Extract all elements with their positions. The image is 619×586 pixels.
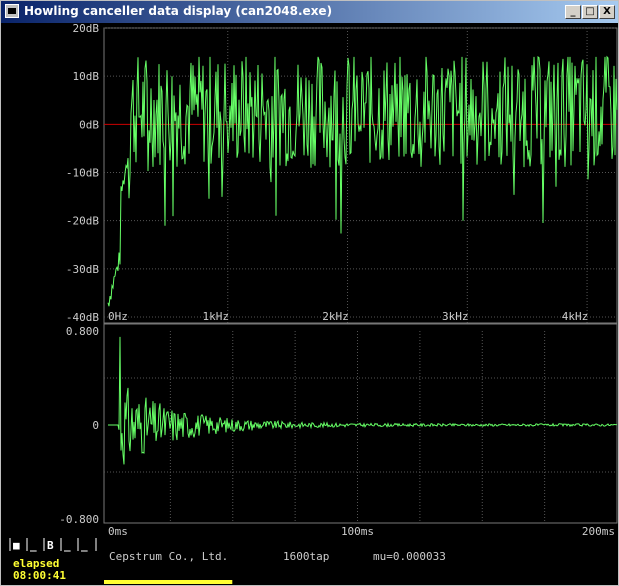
- spectrum-y-tick-label: -30dB: [66, 263, 99, 276]
- app-window: Howling canceller data display (can2048.…: [0, 0, 619, 586]
- mode-button[interactable]: _: [64, 539, 71, 552]
- spectrum-x-tick-label: 2kHz: [322, 310, 349, 323]
- window-title: Howling canceller data display (can2048.…: [24, 4, 333, 18]
- spectrum-y-tick-label: 10dB: [73, 70, 100, 83]
- progress-bar: [104, 580, 233, 584]
- mode-button[interactable]: ■: [13, 539, 20, 552]
- tap-count: 1600tap: [283, 550, 329, 563]
- cepstrum-y-tick-label: -0.800: [59, 513, 99, 526]
- spectrum-x-tick-label: 0Hz: [108, 310, 128, 323]
- minimize-button[interactable]: _: [565, 5, 581, 19]
- app-icon[interactable]: [5, 4, 19, 18]
- spectrum-y-tick-label: 0dB: [79, 118, 99, 131]
- elapsed-time: 08:00:41: [13, 569, 66, 582]
- spectrum-x-tick-label: 4kHz: [562, 310, 589, 323]
- status-bar: ■ _ B _ _ elapsed 08:00:41 Cepstrum Co., Ltd…: [9, 538, 446, 584]
- cepstrum-x-tick-label: 100ms: [341, 525, 374, 538]
- mode-buttons: ■ _ B _ _: [9, 538, 97, 552]
- company-name: Cepstrum Co., Ltd.: [109, 550, 228, 563]
- mode-button[interactable]: B: [47, 539, 54, 552]
- cepstrum-frame: [103, 322, 618, 524]
- mu-value: mu=0.000033: [373, 550, 446, 563]
- display-area: 20dB 10dB 0dB -10dB -20dB -30dB -40dB 0Hz 1kHz 2…: [9, 23, 618, 584]
- cepstrum-x-ticks: 0ms 100ms 200ms: [108, 525, 615, 538]
- spectrum-y-tick-label: 20dB: [73, 23, 100, 35]
- cepstrum-y-tick-label: 0.800: [66, 325, 99, 338]
- maximize-button[interactable]: □: [582, 5, 598, 19]
- spectrum-x-tick-label: 1kHz: [203, 310, 230, 323]
- cepstrum-x-tick-label: 200ms: [582, 525, 615, 538]
- cepstrum-y-tick-label: 0: [92, 419, 99, 432]
- mode-button[interactable]: _: [81, 539, 88, 552]
- spectrum-y-tick-label: -10dB: [66, 167, 99, 180]
- cepstrum-y-ticks: 0.800 0 -0.800: [59, 325, 99, 526]
- spectrum-x-ticks: 0Hz 1kHz 2kHz 3kHz 4kHz: [108, 310, 588, 323]
- spectrum-y-ticks: 20dB 10dB 0dB -10dB -20dB -30dB -40dB: [66, 23, 99, 324]
- title-bar[interactable]: Howling canceller data display (can2048.…: [1, 1, 618, 23]
- spectrum-y-tick-label: -40dB: [66, 311, 99, 324]
- spectrum-panel: 20dB 10dB 0dB -10dB -20dB -30dB -40dB 0Hz 1kHz 2…: [66, 23, 618, 325]
- close-button[interactable]: X: [599, 5, 615, 19]
- cepstrum-trace: [108, 336, 618, 465]
- mode-button[interactable]: _: [30, 539, 37, 552]
- spectrum-x-tick-label: 3kHz: [442, 310, 469, 323]
- spectrum-y-tick-label: -20dB: [66, 215, 99, 228]
- cepstrum-panel: 0.800 0 -0.800 0ms 100ms 200ms: [59, 322, 618, 538]
- cepstrum-x-tick-label: 0ms: [108, 525, 128, 538]
